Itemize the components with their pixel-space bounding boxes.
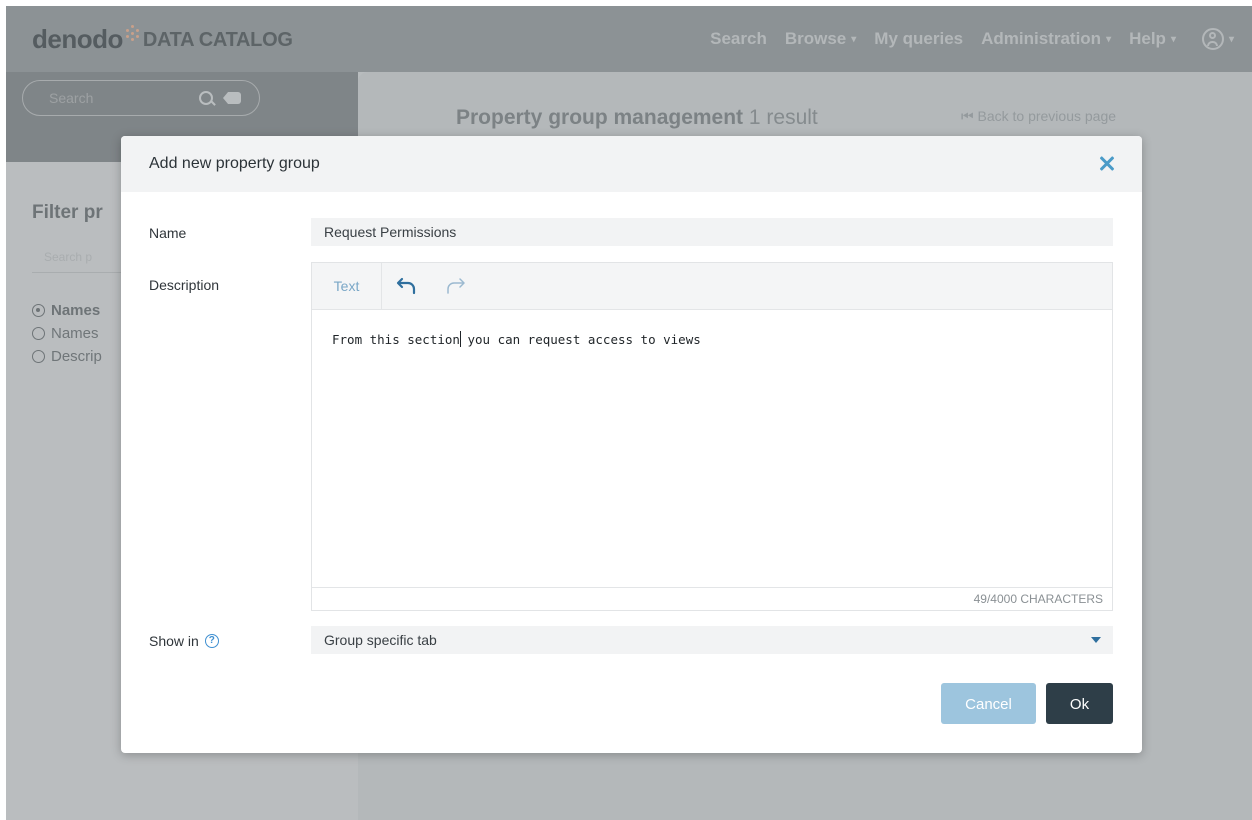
chevron-down-icon: ▾ bbox=[1228, 33, 1234, 45]
main-nav: Search Browse ▾ My queries Administration… bbox=[692, 28, 1234, 50]
dialog-header: Add new property group bbox=[121, 136, 1142, 192]
undo-icon[interactable] bbox=[396, 276, 418, 296]
back-to-previous-link[interactable]: ⏮ Back to previous page bbox=[961, 108, 1116, 125]
brand-product-name: DATA CATALOG bbox=[142, 29, 293, 51]
filter-radio-names-2[interactable]: Names bbox=[32, 325, 99, 342]
description-text-before-caret: From this section bbox=[332, 332, 460, 347]
user-menu[interactable]: ▾ bbox=[1176, 28, 1234, 50]
global-search-box[interactable]: Search bbox=[22, 80, 260, 116]
editor-text-mode-tab[interactable]: Text bbox=[312, 263, 382, 309]
nav-administration[interactable]: Administration ▾ bbox=[981, 29, 1111, 49]
nav-browse-label: Browse bbox=[784, 29, 847, 48]
chevron-down-icon: ▾ bbox=[851, 33, 857, 45]
user-avatar-icon bbox=[1201, 28, 1224, 50]
character-count: 49/4000 CHARACTERS bbox=[973, 592, 1103, 606]
radio-selected-icon bbox=[32, 304, 45, 317]
chevron-down-icon: ▾ bbox=[1106, 33, 1112, 45]
search-placeholder: Search bbox=[49, 90, 94, 106]
result-count: 1 result bbox=[748, 106, 818, 129]
editor-toolbar: Text bbox=[312, 263, 1112, 310]
nav-my-queries[interactable]: My queries bbox=[874, 29, 963, 49]
dialog-title: Add new property group bbox=[149, 155, 320, 172]
close-icon[interactable] bbox=[1098, 154, 1116, 172]
show-in-selected-value: Group specific tab bbox=[324, 632, 437, 648]
filter-radio-description[interactable]: Descrip bbox=[32, 348, 102, 365]
page-title-text: Property group management bbox=[456, 106, 744, 129]
brand-word: denodo bbox=[32, 24, 123, 54]
nav-my-queries-label: My queries bbox=[874, 29, 964, 48]
radio-empty-icon bbox=[32, 327, 45, 340]
brand-logo[interactable]: denodo DATA CATALOG bbox=[32, 24, 293, 55]
show-in-label-text: Show in bbox=[149, 633, 199, 649]
description-text-after-caret: you can request access to views bbox=[459, 332, 701, 347]
nav-help[interactable]: Help ▾ bbox=[1129, 29, 1176, 49]
ok-button[interactable]: Ok bbox=[1046, 683, 1113, 724]
top-bar: denodo DATA CATALOG Search Browse ▾ My qu… bbox=[6, 6, 1252, 72]
help-icon[interactable]: ? bbox=[204, 634, 219, 648]
show-in-label: Show in ? bbox=[149, 633, 219, 649]
nav-browse[interactable]: Browse ▾ bbox=[785, 29, 856, 49]
description-label: Description bbox=[149, 277, 220, 293]
brand-dots-icon bbox=[125, 25, 141, 41]
editor-footer: 49/4000 CHARACTERS bbox=[312, 587, 1112, 610]
nav-search-label: Search bbox=[710, 29, 767, 48]
name-label: Name bbox=[149, 225, 187, 241]
filter-title: Filter pr bbox=[32, 202, 103, 223]
clear-search-icon[interactable] bbox=[223, 92, 241, 104]
dropdown-arrow-icon[interactable] bbox=[1091, 637, 1101, 643]
radio-label: Descrip bbox=[51, 348, 102, 365]
radio-label: Names bbox=[51, 302, 101, 319]
add-property-group-dialog: Add new property group Name Description … bbox=[121, 136, 1142, 753]
page-title: Property group management 1 result bbox=[456, 106, 818, 130]
nav-administration-label: Administration bbox=[981, 29, 1102, 48]
name-input[interactable] bbox=[311, 218, 1113, 246]
redo-icon[interactable] bbox=[444, 276, 466, 296]
description-editor[interactable]: Text From this section you can request a… bbox=[311, 262, 1113, 611]
filter-radio-names-1[interactable]: Names bbox=[32, 302, 100, 319]
filter-search-placeholder: Search p bbox=[44, 250, 93, 264]
nav-search[interactable]: Search bbox=[710, 29, 767, 49]
radio-empty-icon bbox=[32, 350, 45, 363]
search-icon[interactable] bbox=[199, 91, 213, 105]
radio-label: Names bbox=[51, 325, 99, 342]
description-text[interactable]: From this section you can request access… bbox=[332, 331, 701, 347]
show-in-select[interactable]: Group specific tab bbox=[311, 626, 1113, 654]
nav-help-label: Help bbox=[1129, 29, 1166, 48]
cancel-button[interactable]: Cancel bbox=[941, 683, 1036, 724]
